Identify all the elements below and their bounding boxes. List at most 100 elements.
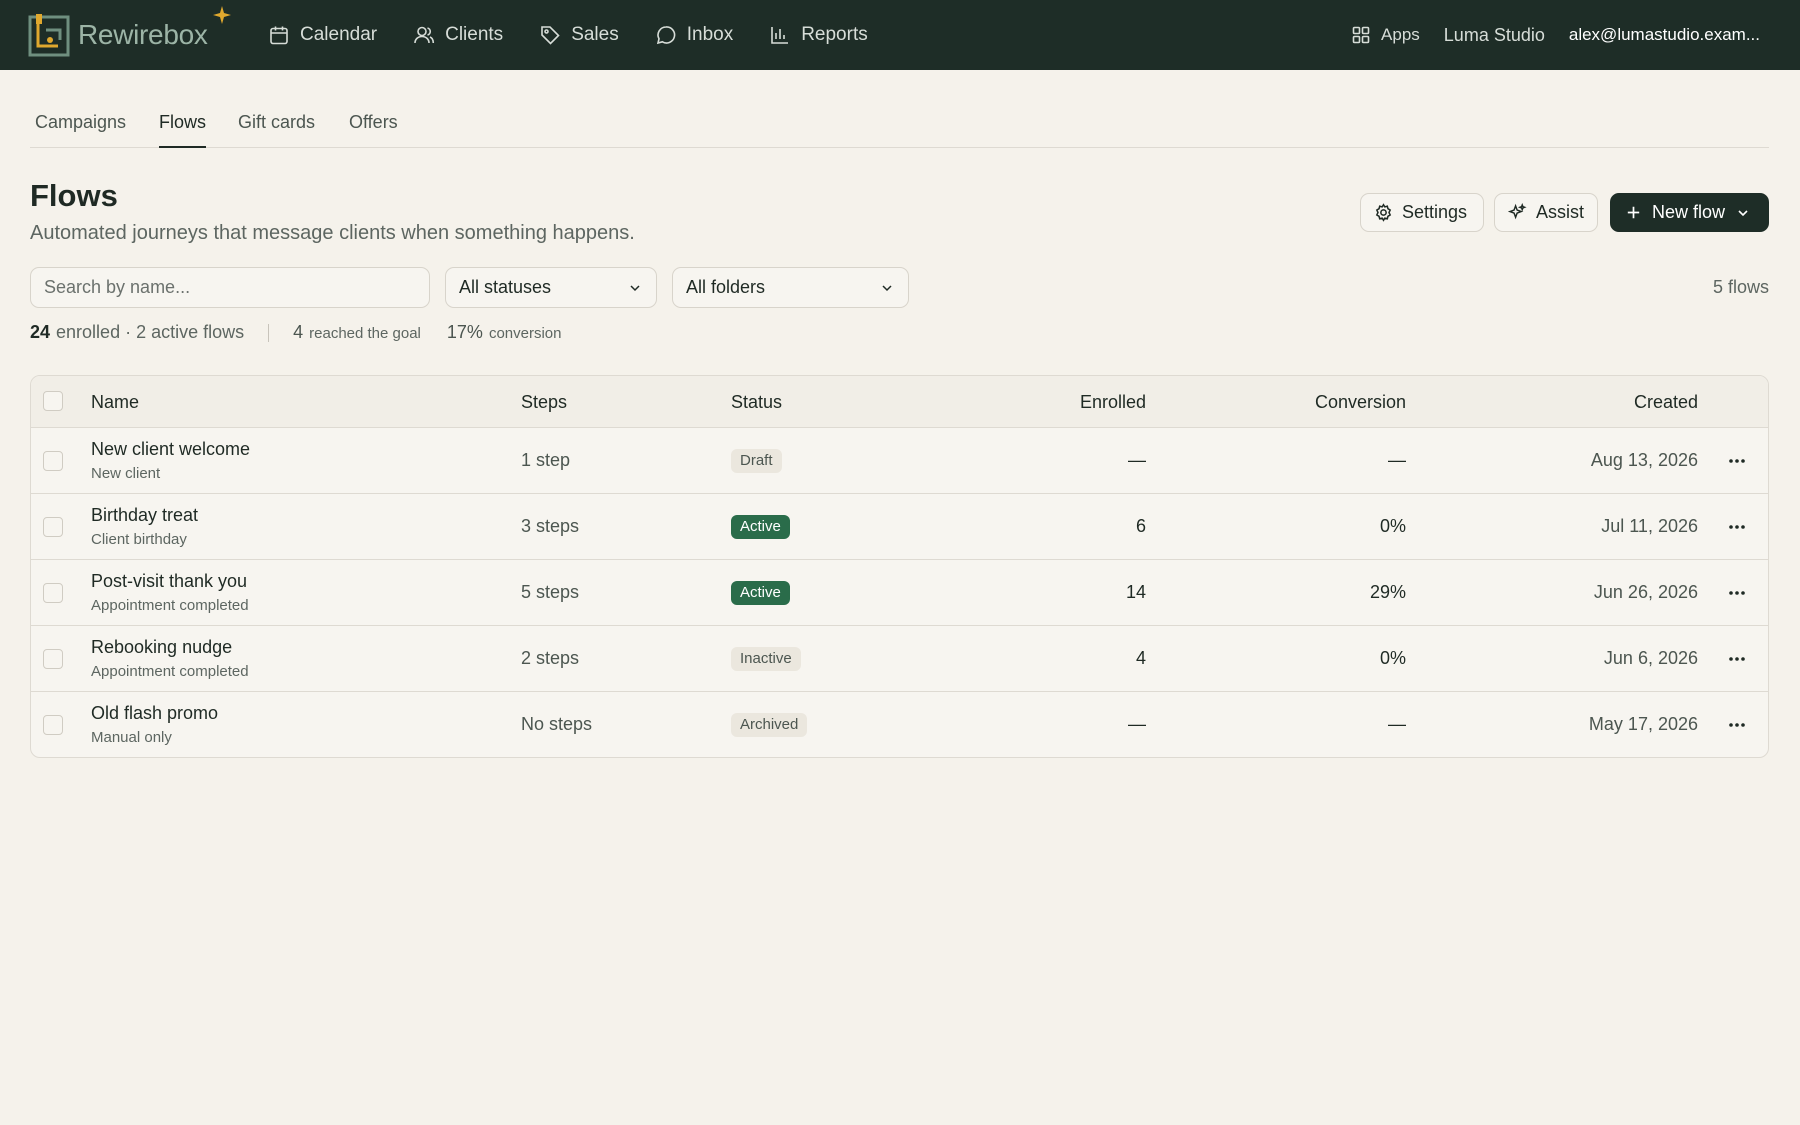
tab-flows[interactable]: Flows bbox=[159, 112, 207, 148]
table-row[interactable]: New client welcome New client 1 step Dra… bbox=[31, 428, 1768, 494]
status-badge: Archived bbox=[731, 713, 808, 737]
conversion-text: conversion bbox=[488, 325, 562, 342]
status-badge: Draft bbox=[731, 449, 782, 473]
more-actions-icon[interactable] bbox=[1726, 517, 1748, 537]
apps-button[interactable]: Apps bbox=[1351, 25, 1420, 45]
new-flow-label: New flow bbox=[1652, 202, 1726, 222]
table-header: Name Steps Status Enrolled Conversion Cr… bbox=[31, 376, 1768, 428]
flow-conversion: 0% bbox=[1379, 516, 1406, 536]
flow-name[interactable]: New client welcome bbox=[91, 439, 250, 460]
status-badge: Inactive bbox=[731, 647, 801, 671]
column-header-created[interactable]: Created bbox=[1634, 392, 1698, 413]
table-row[interactable]: Rebooking nudge Appointment completed 2 … bbox=[31, 626, 1768, 692]
status-filter[interactable]: All statuses bbox=[445, 267, 657, 308]
nav-sales[interactable]: Sales bbox=[539, 24, 619, 46]
flow-steps: 2 steps bbox=[521, 648, 580, 668]
enrolled-text: enrolled · 2 active flows bbox=[56, 322, 245, 342]
table-row[interactable]: Post-visit thank you Appointment complet… bbox=[31, 560, 1768, 626]
assist-label: Assist bbox=[1535, 202, 1584, 222]
new-flow-button[interactable]: New flow bbox=[1610, 193, 1769, 232]
flow-enrolled: — bbox=[1128, 714, 1146, 734]
more-actions-icon[interactable] bbox=[1726, 451, 1748, 471]
logo[interactable]: Rewirebox bbox=[28, 12, 208, 58]
nav-right: Apps Luma Studio alex@lumastudio.exam... bbox=[1351, 0, 1760, 70]
table-row[interactable]: Old flash promo Manual only No steps Arc… bbox=[31, 692, 1768, 757]
flow-trigger: New client bbox=[91, 465, 161, 482]
flow-steps: 3 steps bbox=[521, 516, 580, 536]
flow-name[interactable]: Birthday treat bbox=[91, 505, 198, 526]
tab-gift-cards[interactable]: Gift cards bbox=[238, 112, 315, 146]
top-navigation-bar: Rewirebox Calendar Clients Sales Inbox R… bbox=[0, 0, 1800, 70]
settings-button[interactable]: Settings bbox=[1360, 193, 1484, 232]
tab-offers[interactable]: Offers bbox=[349, 112, 398, 146]
folder-filter-value: All folders bbox=[686, 277, 766, 297]
row-checkbox[interactable] bbox=[43, 583, 63, 603]
column-header-status[interactable]: Status bbox=[731, 392, 782, 413]
nav-reports[interactable]: Reports bbox=[769, 24, 868, 46]
flow-name[interactable]: Post-visit thank you bbox=[91, 571, 247, 592]
flow-name[interactable]: Old flash promo bbox=[91, 703, 218, 724]
flow-trigger: Client birthday bbox=[91, 531, 187, 548]
page-subtitle: Automated journeys that message clients … bbox=[30, 222, 635, 244]
nav-inbox[interactable]: Inbox bbox=[655, 24, 733, 46]
grid-icon bbox=[1352, 26, 1370, 44]
plus-icon bbox=[1627, 206, 1640, 219]
flow-created-date: Jun 6, 2026 bbox=[1603, 648, 1698, 668]
column-header-name[interactable]: Name bbox=[91, 392, 139, 413]
logo-mark-icon bbox=[28, 14, 70, 57]
flow-steps: 1 step bbox=[521, 450, 571, 470]
bar-chart-icon bbox=[771, 27, 789, 44]
tag-icon bbox=[541, 26, 560, 45]
flow-name[interactable]: Rebooking nudge bbox=[91, 637, 232, 658]
more-actions-icon[interactable] bbox=[1726, 649, 1748, 669]
table-row[interactable]: Birthday treat Client birthday 3 steps A… bbox=[31, 494, 1768, 560]
goal-text: reached the goal bbox=[309, 325, 421, 342]
nav-reports-label: Reports bbox=[801, 24, 868, 45]
nav-clients[interactable]: Clients bbox=[413, 24, 503, 46]
goal-count: 4 bbox=[293, 322, 304, 342]
flow-created-date: Jul 11, 2026 bbox=[1601, 516, 1698, 536]
chevron-down-icon bbox=[882, 284, 892, 291]
flow-conversion: 29% bbox=[1369, 582, 1406, 602]
flow-trigger: Appointment completed bbox=[91, 663, 249, 680]
user-account[interactable]: alex@lumastudio.exam... bbox=[1569, 25, 1760, 45]
row-checkbox[interactable] bbox=[43, 451, 63, 471]
column-header-conversion[interactable]: Conversion bbox=[1315, 392, 1406, 413]
flow-trigger: Manual only bbox=[91, 729, 172, 746]
studio-switcher[interactable]: Luma Studio bbox=[1444, 25, 1545, 46]
settings-label: Settings bbox=[1402, 202, 1468, 222]
row-checkbox[interactable] bbox=[43, 715, 63, 735]
stats-divider bbox=[268, 323, 270, 342]
flow-steps: No steps bbox=[521, 714, 593, 734]
assist-button[interactable]: Assist bbox=[1494, 193, 1598, 232]
enrolled-count: 24 bbox=[30, 322, 51, 342]
folder-filter[interactable]: All folders bbox=[672, 267, 909, 308]
tab-campaigns[interactable]: Campaigns bbox=[35, 112, 126, 146]
column-header-steps[interactable]: Steps bbox=[521, 392, 567, 413]
apps-label: Apps bbox=[1381, 25, 1420, 44]
sparkles-icon bbox=[1508, 203, 1527, 220]
flow-count: 5 flows bbox=[1712, 277, 1769, 297]
chevron-down-icon bbox=[1738, 209, 1748, 216]
logo-text: Rewirebox bbox=[78, 19, 208, 50]
flow-stats: 24 enrolled · 2 active flows 4 reached t… bbox=[30, 322, 561, 343]
chat-bubble-icon bbox=[656, 26, 676, 45]
select-all-checkbox[interactable] bbox=[43, 391, 63, 411]
flows-table: Name Steps Status Enrolled Conversion Cr… bbox=[30, 375, 1769, 758]
flow-enrolled: 14 bbox=[1125, 582, 1146, 602]
flow-steps: 5 steps bbox=[521, 582, 580, 602]
search-input[interactable] bbox=[30, 267, 430, 308]
status-filter-value: All statuses bbox=[459, 277, 552, 297]
column-header-enrolled[interactable]: Enrolled bbox=[1080, 392, 1146, 413]
row-checkbox[interactable] bbox=[43, 517, 63, 537]
flow-trigger: Appointment completed bbox=[91, 597, 249, 614]
nav-sales-label: Sales bbox=[571, 24, 619, 45]
flow-enrolled: 4 bbox=[1135, 648, 1146, 668]
row-checkbox[interactable] bbox=[43, 649, 63, 669]
nav-calendar[interactable]: Calendar bbox=[268, 24, 377, 46]
more-actions-icon[interactable] bbox=[1726, 715, 1748, 735]
status-badge: Active bbox=[731, 581, 790, 605]
nav-clients-label: Clients bbox=[445, 24, 504, 45]
flow-created-date: May 17, 2026 bbox=[1588, 714, 1698, 734]
more-actions-icon[interactable] bbox=[1726, 583, 1748, 603]
